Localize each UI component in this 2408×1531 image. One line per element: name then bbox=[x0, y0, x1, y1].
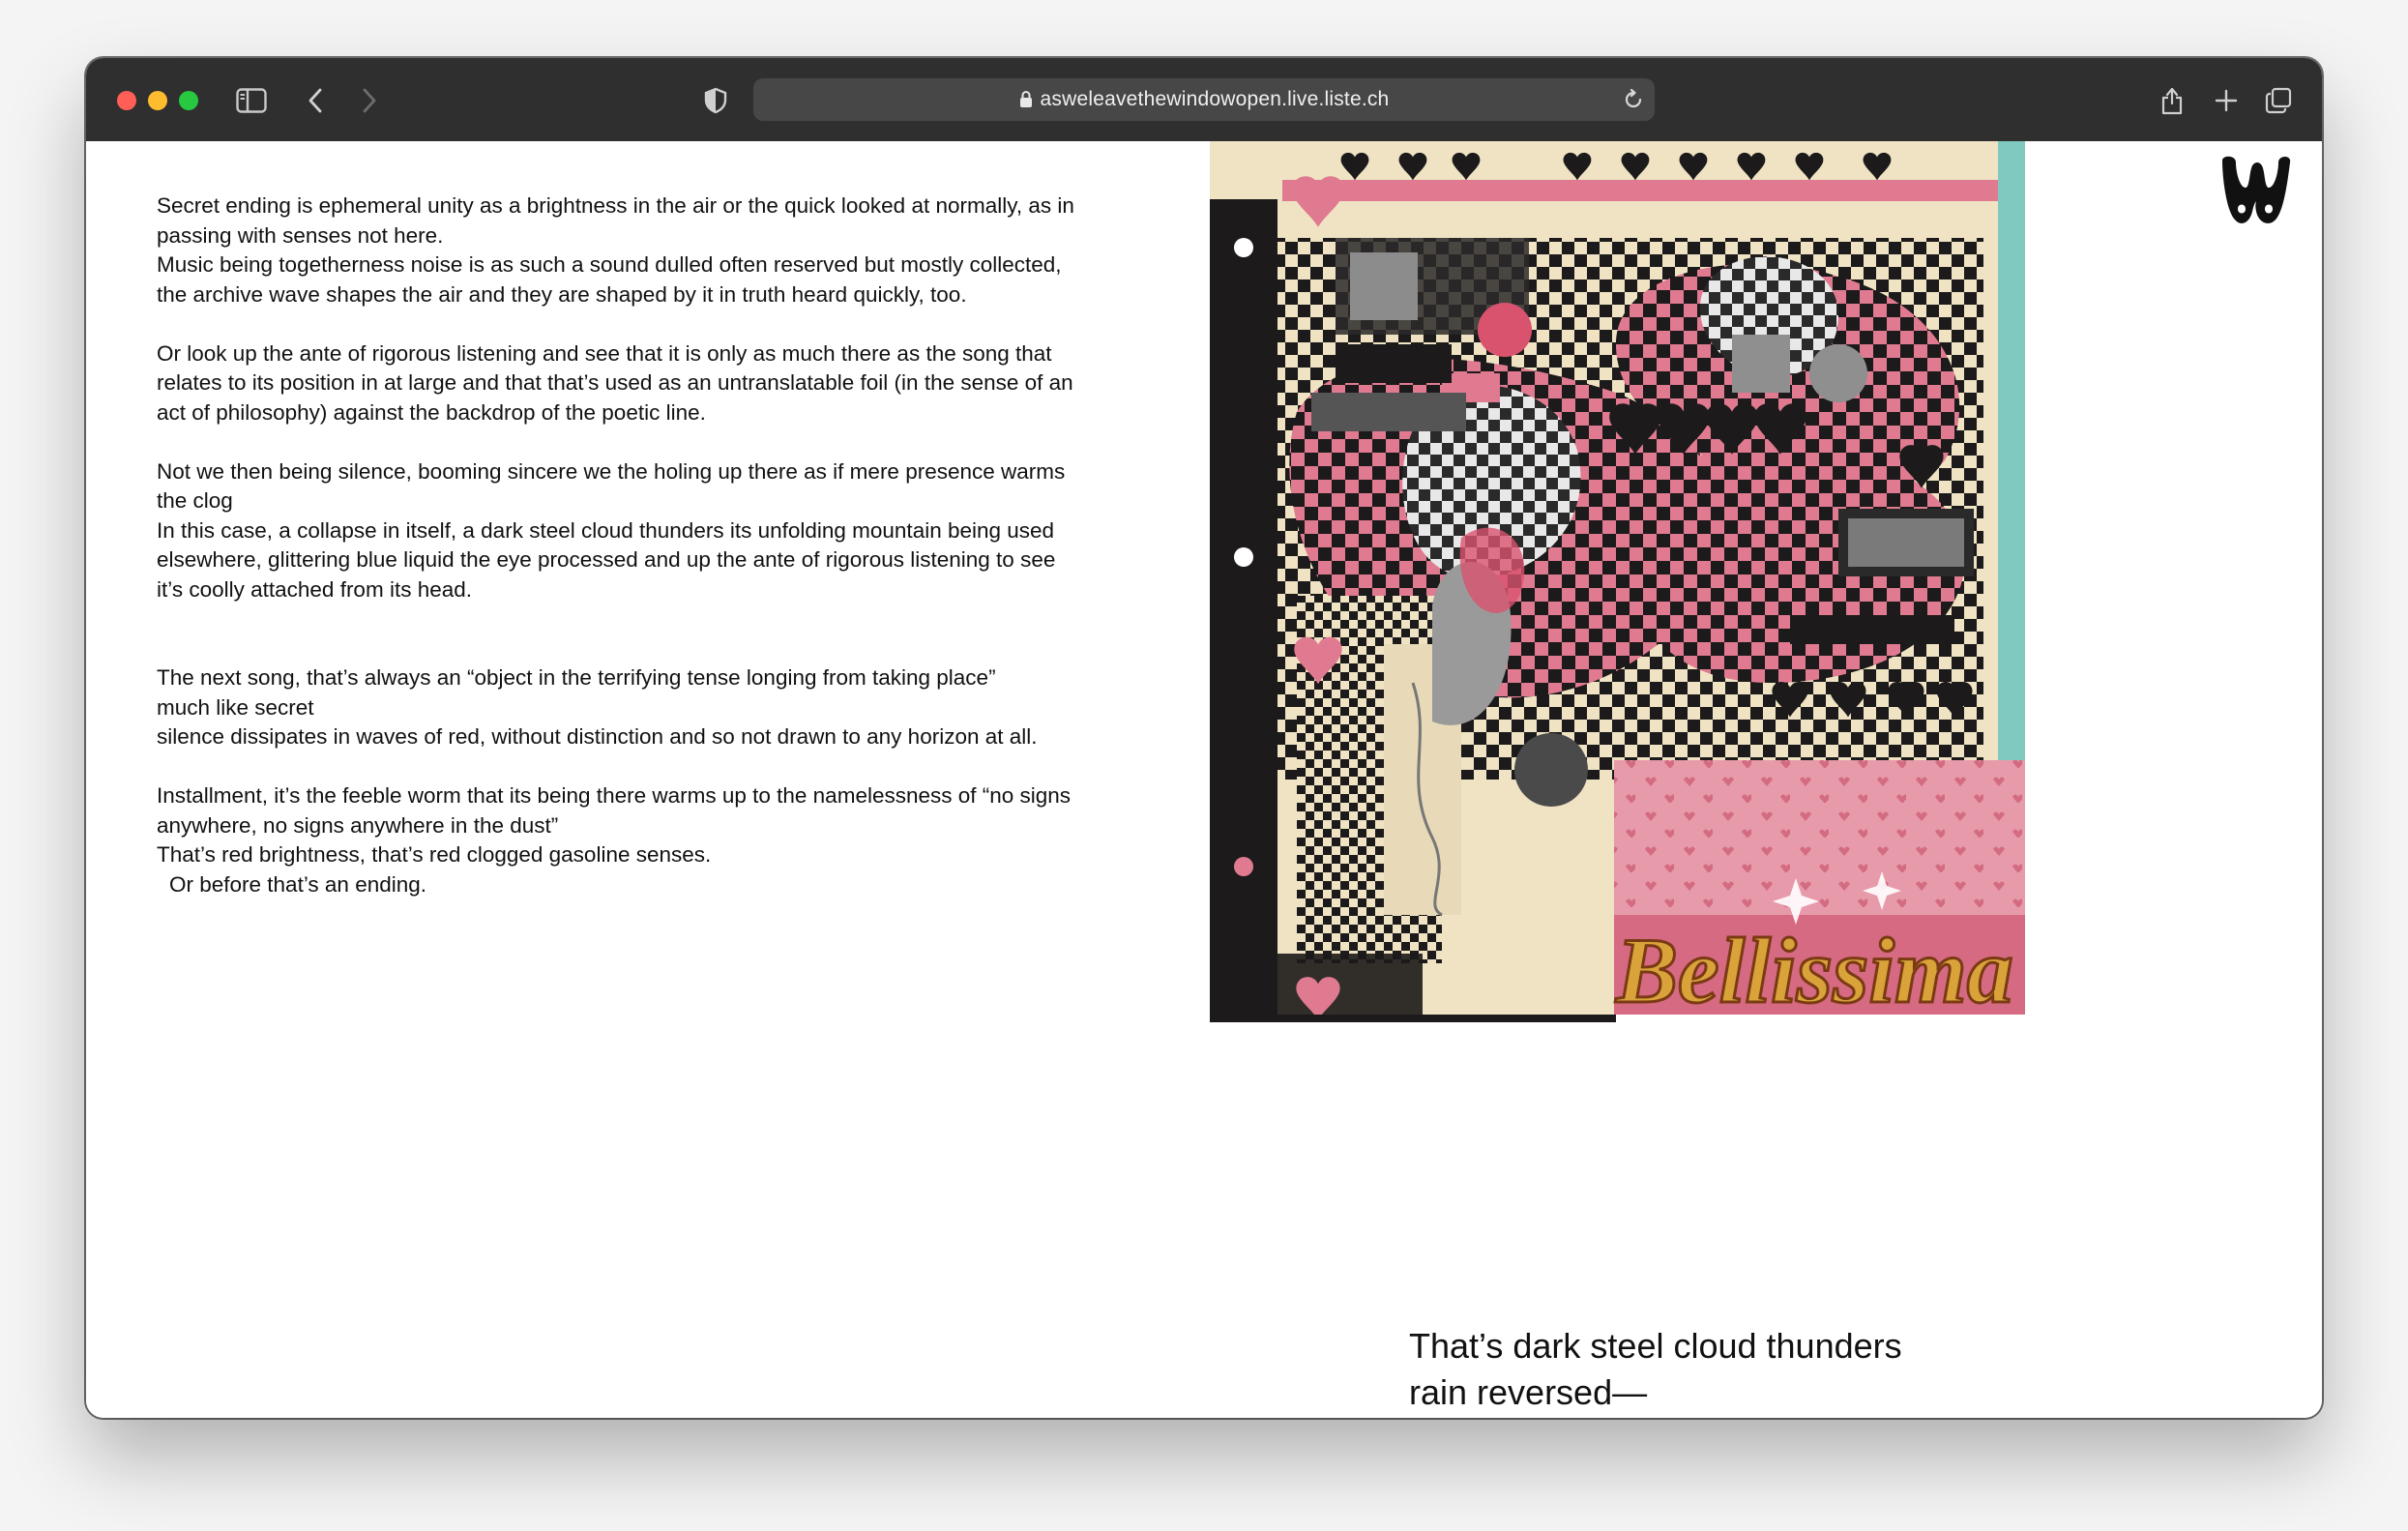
artwork-image: Bellissima bbox=[1210, 141, 2025, 1031]
privacy-shield-icon[interactable] bbox=[697, 82, 734, 119]
poem-line: anywhere, no signs anywhere in the dust” bbox=[157, 812, 559, 838]
poem-line: Secret ending is ephemeral unity as a br… bbox=[157, 193, 1074, 218]
poem-line: it’s coolly attached from its head. bbox=[157, 576, 472, 602]
address-bar[interactable]: asweleavethewindowopen.live.liste.ch bbox=[753, 78, 1655, 121]
poem-line: silence dissipates in waves of red, with… bbox=[157, 724, 1038, 749]
site-logo[interactable] bbox=[2218, 155, 2294, 226]
poem-line: In this case, a collapse in itself, a da… bbox=[157, 517, 1055, 543]
poem-line: That’s red brightness, that’s red clogge… bbox=[157, 842, 712, 867]
poem-line: Installment, it’s the feeble worm that i… bbox=[157, 783, 1072, 808]
new-tab-icon[interactable] bbox=[2208, 82, 2245, 119]
poem-line: Music being togetherness noise is as suc… bbox=[157, 252, 1062, 277]
sidebar-icon[interactable] bbox=[233, 82, 270, 119]
poem-line: elsewhere, glittering blue liquid the ey… bbox=[157, 547, 1056, 572]
reload-icon[interactable] bbox=[1622, 88, 1645, 116]
artwork-caption: That’s dark steel cloud thunders rain re… bbox=[1409, 1323, 1989, 1416]
poem-line: much like secret bbox=[157, 694, 314, 720]
caption-line: rain reversed— bbox=[1409, 1372, 1648, 1412]
poem-line: passing with senses not here. bbox=[157, 222, 444, 248]
browser-toolbar: asweleavethewindowopen.live.liste.ch bbox=[86, 58, 2322, 142]
share-icon[interactable] bbox=[2154, 82, 2190, 119]
poem-line: relates to its position in at large and … bbox=[157, 370, 1073, 395]
page-content: Secret ending is ephemeral unity as a br… bbox=[86, 141, 2322, 1418]
back-icon[interactable] bbox=[297, 82, 334, 119]
poem-line: Not we then being silence, booming since… bbox=[157, 458, 1066, 484]
caption-line: That’s dark steel cloud thunders bbox=[1409, 1326, 1902, 1366]
zoom-window-button[interactable] bbox=[179, 91, 198, 110]
poem-line: Or look up the ante of rigorous listenin… bbox=[157, 340, 1052, 366]
browser-window: asweleavethewindowopen.live.liste.ch Sec… bbox=[86, 58, 2322, 1418]
url-text: asweleavethewindowopen.live.liste.ch bbox=[1040, 88, 1390, 110]
poem-line: the clog bbox=[157, 488, 233, 513]
forward-icon[interactable] bbox=[351, 82, 388, 119]
tabs-overview-icon[interactable] bbox=[2260, 82, 2297, 119]
poem-line: act of philosophy) against the backdrop … bbox=[157, 399, 706, 425]
poem-line: The next song, that’s always an “object … bbox=[157, 665, 996, 690]
lock-icon bbox=[1019, 81, 1033, 124]
poem-text: Secret ending is ephemeral unity as a br… bbox=[157, 191, 1124, 899]
minimize-window-button[interactable] bbox=[148, 91, 167, 110]
close-window-button[interactable] bbox=[117, 91, 136, 110]
poem-line: the archive wave shapes the air and they… bbox=[157, 281, 967, 307]
artwork-text: Bellissima bbox=[1615, 919, 2013, 1022]
poem-line: Or before that’s an ending. bbox=[169, 871, 427, 897]
